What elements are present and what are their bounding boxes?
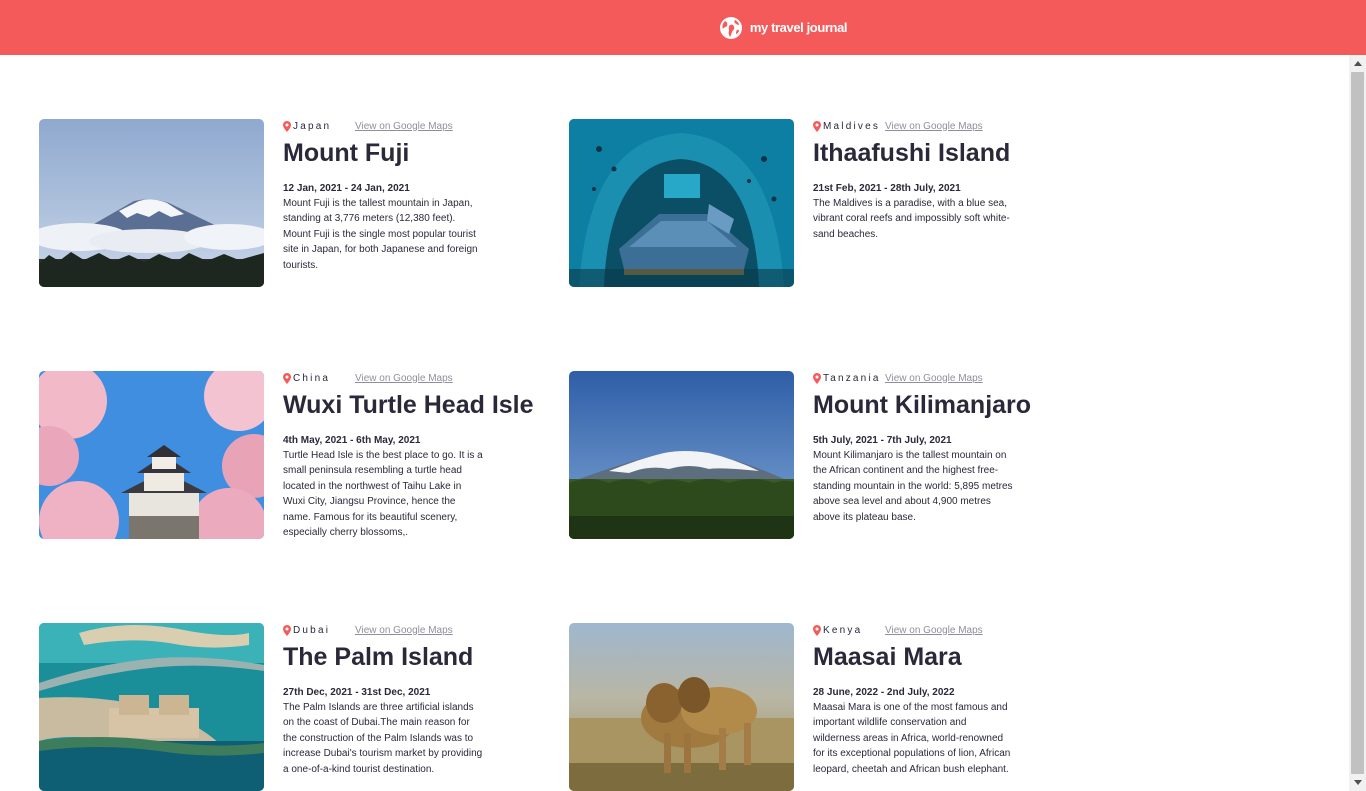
entry-dates: 27th Dec, 2021 - 31st Dec, 2021	[283, 687, 431, 698]
country-name: Kenya	[823, 624, 863, 636]
brand[interactable]: my travel journal	[719, 16, 848, 40]
google-maps-link[interactable]: View on Google Maps	[885, 373, 983, 384]
entry-description: Mount Fuji is the tallest mountain in Ja…	[283, 198, 478, 271]
entry-dates: 21st Feb, 2021 - 28th July, 2021	[813, 183, 961, 194]
location-pin-icon	[813, 624, 821, 636]
entry-photo-wuxi-turtle-head-isle	[39, 371, 264, 539]
country-name: Dubai	[293, 624, 331, 636]
journal-entry: Kenya View on Google Maps Maasai Mara 28…	[569, 623, 1089, 791]
location-pin-icon	[813, 120, 821, 132]
arrow-up-icon	[1353, 61, 1362, 66]
journal-entry: Maldives View on Google Maps Ithaafushi …	[569, 119, 1089, 289]
entry-description: Turtle Head Isle is the best place to go…	[283, 450, 483, 539]
country-name: Maldives	[823, 120, 881, 132]
entry-description: Mount Kilimanjaro is the tallest mountai…	[813, 450, 1013, 523]
entry-title: Wuxi Turtle Head Isle	[283, 391, 534, 419]
entry-photo-mount-fuji	[39, 119, 264, 287]
entry-photo-maasai-mara	[569, 623, 794, 791]
entry-dates: 5th July, 2021 - 7th July, 2021	[813, 435, 952, 446]
google-maps-link[interactable]: View on Google Maps	[355, 625, 453, 636]
entry-title: The Palm Island	[283, 643, 474, 671]
entry-description: Maasai Mara is one of the most famous an…	[813, 702, 1011, 775]
arrow-down-icon	[1353, 780, 1362, 785]
location-pin-icon	[283, 372, 291, 384]
entry-dates: 4th May, 2021 - 6th May, 2021	[283, 435, 421, 446]
google-maps-link[interactable]: View on Google Maps	[885, 625, 983, 636]
country-name: China	[293, 372, 331, 384]
entry-dates: 12 Jan, 2021 - 24 Jan, 2021	[283, 183, 410, 194]
google-maps-link[interactable]: View on Google Maps	[355, 121, 453, 132]
globe-icon	[719, 16, 742, 39]
scrollbar-thumb[interactable]	[1351, 72, 1364, 774]
entry-description: The Maldives is a paradise, with a blue …	[813, 198, 1010, 240]
entry-title: Mount Fuji	[283, 139, 410, 167]
journal-entry: Tanzania View on Google Maps Mount Kilim…	[569, 371, 1089, 541]
entry-info: Japan View on Google Maps Mount Fuji 12 …	[283, 119, 563, 273]
location-row: Tanzania View on Google Maps	[813, 371, 1093, 385]
journal-entry: China View on Google Maps Wuxi Turtle He…	[39, 371, 559, 541]
location-pin-icon	[813, 372, 821, 384]
country-name: Tanzania	[823, 372, 881, 384]
entry-info: Tanzania View on Google Maps Mount Kilim…	[813, 371, 1093, 525]
entry-dates: 28 June, 2022 - 2nd July, 2022	[813, 687, 955, 698]
scroll-up-button[interactable]	[1349, 55, 1366, 72]
country-name: Japan	[293, 120, 332, 132]
entry-title: Ithaafushi Island	[813, 139, 1011, 167]
location-row: Dubai View on Google Maps	[283, 623, 563, 637]
entry-info: China View on Google Maps Wuxi Turtle He…	[283, 371, 563, 540]
entry-title: Mount Kilimanjaro	[813, 391, 1032, 419]
entry-photo-mount-kilimanjaro	[569, 371, 794, 539]
location-row: China View on Google Maps	[283, 371, 563, 385]
vertical-scrollbar[interactable]	[1349, 55, 1366, 791]
location-pin-icon	[283, 624, 291, 636]
entry-info: Dubai View on Google Maps The Palm Islan…	[283, 623, 563, 777]
entry-photo-ithaafushi-island	[569, 119, 794, 287]
scroll-down-button[interactable]	[1349, 774, 1366, 791]
location-row: Kenya View on Google Maps	[813, 623, 1093, 637]
entry-info: Kenya View on Google Maps Maasai Mara 28…	[813, 623, 1093, 777]
location-row: Maldives View on Google Maps	[813, 119, 1093, 133]
journal-entry: Japan View on Google Maps Mount Fuji 12 …	[39, 119, 559, 289]
app-title: my travel journal	[749, 20, 848, 35]
entry-info: Maldives View on Google Maps Ithaafushi …	[813, 119, 1093, 242]
top-navbar: my travel journal	[0, 0, 1366, 55]
google-maps-link[interactable]: View on Google Maps	[885, 121, 983, 132]
entry-description: The Palm Islands are three artificial is…	[283, 702, 483, 775]
location-row: Japan View on Google Maps	[283, 119, 563, 133]
entry-photo-the-palm-island	[39, 623, 264, 791]
entry-title: Maasai Mara	[813, 643, 962, 671]
journal-entry: Dubai View on Google Maps The Palm Islan…	[39, 623, 559, 791]
google-maps-link[interactable]: View on Google Maps	[355, 373, 453, 384]
location-pin-icon	[283, 120, 291, 132]
